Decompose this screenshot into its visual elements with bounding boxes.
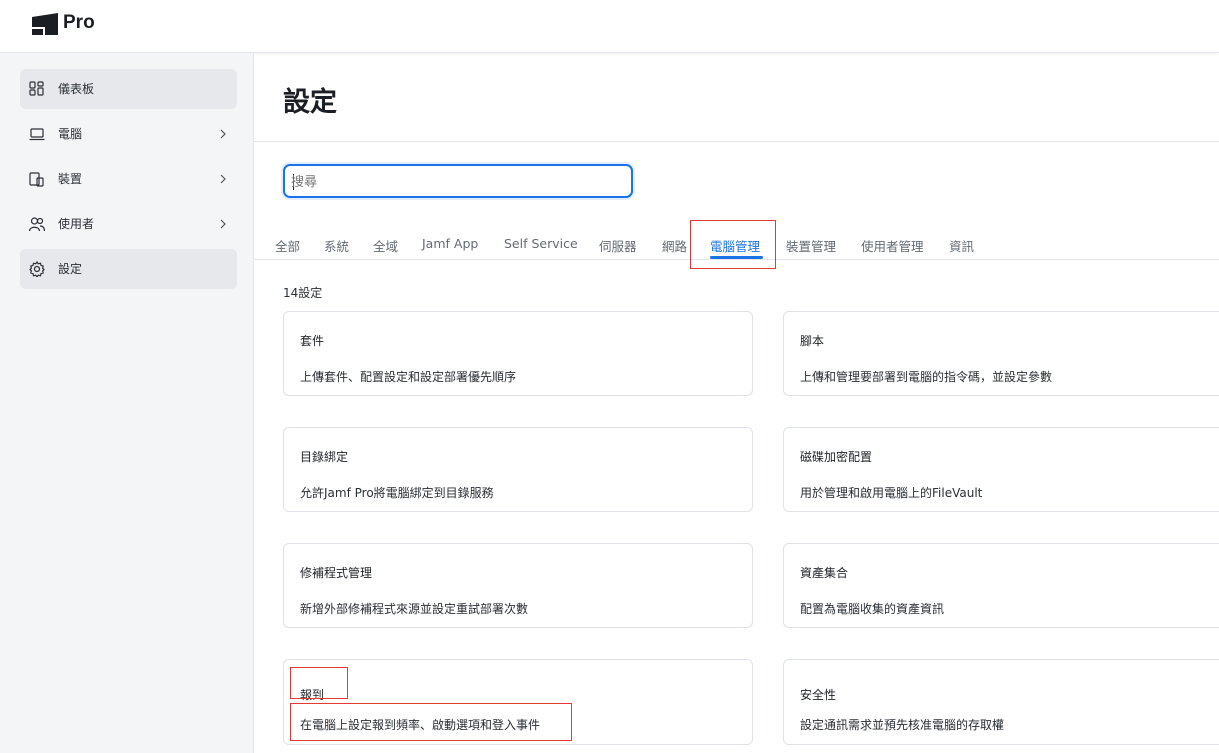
card-description: 用於管理和啟用電腦上的FileVault [800, 486, 983, 500]
card-title: 報到 [300, 688, 325, 702]
tab-info[interactable]: 資訊 [949, 236, 974, 255]
card-description: 新增外部修補程式來源並設定重試部署次數 [300, 602, 529, 616]
page-title: 設定 [283, 87, 337, 118]
tab-all[interactable]: 全部 [275, 236, 300, 255]
tab-jamf-app[interactable]: Jamf App [422, 236, 478, 251]
card-description: 在電腦上設定報到頻率、啟動選項和登入事件 [300, 718, 541, 732]
card-title: 安全性 [800, 688, 837, 702]
card-title: 腳本 [800, 334, 825, 348]
card-description: 上傳套件、配置設定和設定部署優先順序 [300, 370, 517, 384]
users-icon [29, 217, 45, 232]
settings-card-patch-management[interactable]: 修補程式管理 新增外部修補程式來源並設定重試部署次數 [283, 543, 753, 628]
sidebar: 儀表板 電腦 裝置 使用者 設定 [0, 53, 254, 753]
sidebar-item-label: 設定 [58, 262, 83, 276]
card-description: 設定通訊需求並預先核准電腦的存取權 [800, 718, 1005, 732]
settings-card-scripts[interactable]: 腳本 上傳和管理要部署到電腦的指令碼，並設定參數 [783, 311, 1219, 396]
card-title: 目錄綁定 [300, 450, 349, 464]
app-name: Pro [63, 12, 95, 33]
tab-system[interactable]: 系統 [324, 236, 349, 255]
tab-self-service[interactable]: Self Service [504, 236, 578, 251]
card-description: 允許Jamf Pro將電腦綁定到目錄服務 [300, 486, 494, 500]
search-input[interactable] [291, 172, 621, 192]
jamf-logo-icon[interactable] [32, 13, 58, 35]
sidebar-item-users[interactable]: 使用者 [20, 204, 237, 244]
settings-card-security[interactable]: 安全性 設定通訊需求並預先核准電腦的存取權 [783, 659, 1219, 745]
sidebar-item-label: 裝置 [58, 172, 83, 186]
card-title: 套件 [300, 334, 325, 348]
sidebar-item-computers[interactable]: 電腦 [20, 114, 237, 154]
tab-network[interactable]: 網路 [662, 236, 687, 255]
tab-user-management[interactable]: 使用者管理 [861, 236, 924, 255]
tab-server[interactable]: 伺服器 [599, 236, 637, 255]
card-description: 配置為電腦收集的資產資訊 [800, 602, 945, 616]
settings-card-directory-bindings[interactable]: 目錄綁定 允許Jamf Pro將電腦綁定到目錄服務 [283, 427, 753, 512]
chevron-right-icon [220, 219, 226, 229]
devices-icon [29, 172, 44, 187]
divider [254, 259, 1219, 260]
chevron-right-icon [220, 129, 226, 139]
sidebar-item-devices[interactable]: 裝置 [20, 159, 237, 199]
sidebar-item-label: 電腦 [58, 127, 83, 141]
sidebar-item-dashboard[interactable]: 儀表板 [20, 69, 237, 109]
settings-card-packages[interactable]: 套件 上傳套件、配置設定和設定部署優先順序 [283, 311, 753, 396]
sidebar-item-label: 儀表板 [58, 82, 95, 96]
search-field[interactable] [283, 164, 633, 198]
settings-card-disk-encryption[interactable]: 磁碟加密配置 用於管理和啟用電腦上的FileVault [783, 427, 1219, 512]
card-title: 修補程式管理 [300, 566, 373, 580]
card-description: 上傳和管理要部署到電腦的指令碼，並設定參數 [800, 370, 1053, 384]
settings-count: 14設定 [283, 286, 323, 300]
sidebar-item-label: 使用者 [58, 217, 95, 231]
dashboard-icon [29, 81, 44, 96]
card-title: 磁碟加密配置 [800, 450, 873, 464]
tab-computer-management[interactable]: 電腦管理 [710, 236, 760, 255]
tab-device-management[interactable]: 裝置管理 [786, 236, 836, 255]
gear-icon [29, 261, 45, 277]
laptop-icon [29, 128, 45, 141]
settings-card-check-in[interactable]: 報到 在電腦上設定報到頻率、啟動選項和登入事件 [283, 659, 753, 745]
card-title: 資產集合 [800, 566, 849, 580]
divider [254, 141, 1219, 142]
chevron-right-icon [220, 174, 226, 184]
settings-card-inventory-collection[interactable]: 資產集合 配置為電腦收集的資產資訊 [783, 543, 1219, 628]
top-bar: Pro [0, 0, 1219, 53]
sidebar-item-settings[interactable]: 設定 [20, 249, 237, 289]
tab-global[interactable]: 全域 [373, 236, 398, 255]
